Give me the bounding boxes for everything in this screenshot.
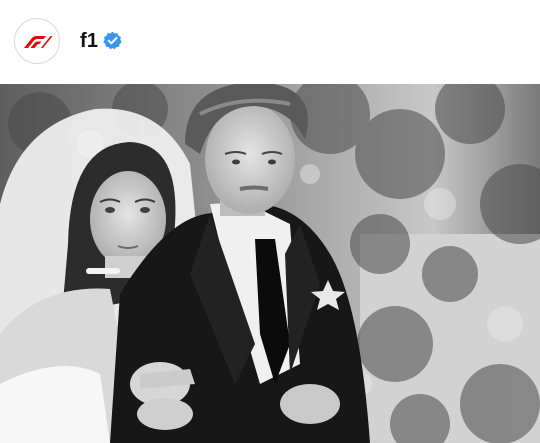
avatar[interactable] (14, 18, 60, 64)
f1-logo-icon (24, 36, 53, 48)
verified-badge-icon (103, 31, 122, 50)
username[interactable]: f1 (80, 30, 98, 53)
post-header: f1 (0, 0, 540, 84)
wedding-photo-image (0, 84, 540, 443)
post-photo[interactable] (0, 84, 540, 443)
